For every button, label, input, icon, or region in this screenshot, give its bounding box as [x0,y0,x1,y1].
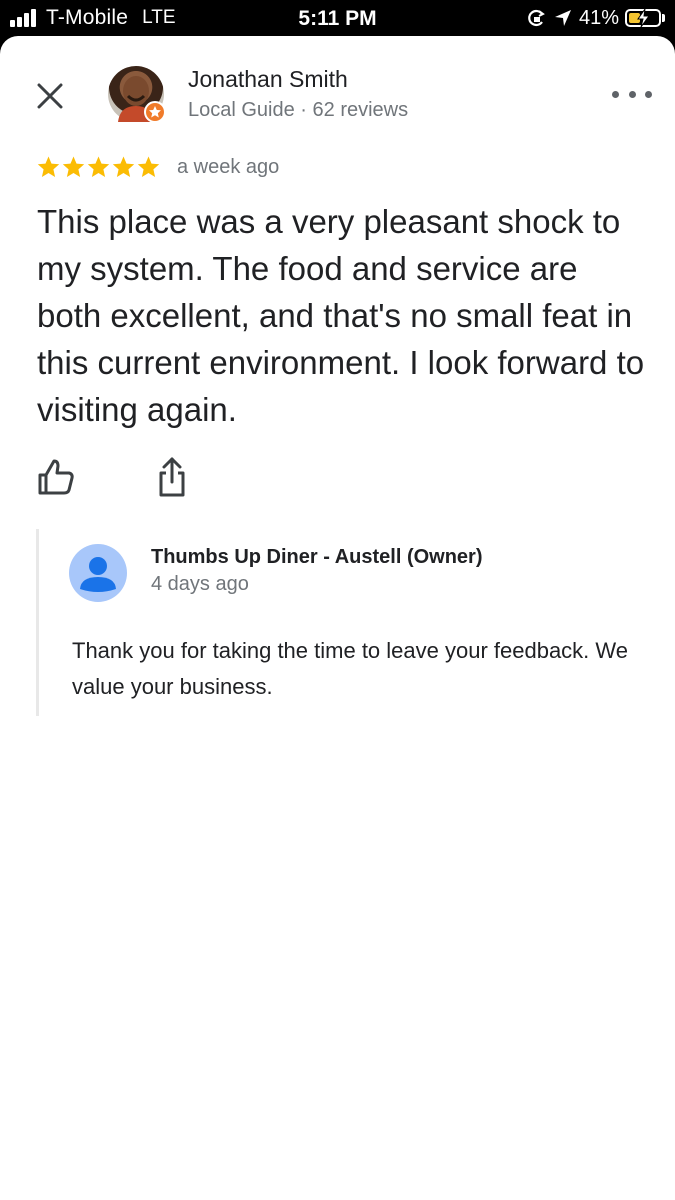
reviewer-name[interactable]: Jonathan Smith [188,66,348,93]
star-icon [62,156,85,177]
more-dot [612,90,619,98]
more-dot [645,90,652,98]
star-rating [36,155,161,179]
share-button[interactable] [152,456,192,498]
rotation-lock-icon [528,9,545,27]
owner-response-date: 4 days ago [151,573,249,595]
status-right: 41% [527,6,665,30]
local-guide-badge [144,101,166,123]
location-arrow-icon [554,10,571,26]
star-icon [112,156,135,177]
battery-tip [662,14,665,22]
star-badge-icon [149,106,161,118]
star-icon [137,156,160,177]
close-button[interactable] [32,78,68,114]
thumbs-up-icon [38,459,74,495]
owner-name: Thumbs Up Diner - Austell (Owner) [151,546,483,568]
battery-charging-icon [625,8,661,28]
owner-avatar [69,544,127,602]
bolt-icon [637,8,650,28]
close-icon [37,83,63,109]
share-icon [159,457,185,497]
review-date: a week ago [177,156,280,178]
reviewer-meta: Local Guide · 62 reviews [188,99,409,121]
owner-response: Thumbs Up Diner - Austell (Owner) 4 days… [36,529,636,716]
review-text: This place was a very pleasant shock to … [37,203,645,428]
person-icon [80,557,116,592]
like-button[interactable] [36,457,76,497]
review-sheet: Jonathan Smith Local Guide · 62 reviews … [0,36,675,1200]
owner-response-text: Thank you for taking the time to leave y… [72,638,629,699]
more-options-button[interactable] [612,82,652,106]
star-icon [87,156,110,177]
status-bar: T-Mobile LTE 5:11 PM 41% [0,0,675,36]
more-dot [628,90,636,98]
star-icon [37,156,60,177]
battery-percent: 41% [578,6,619,29]
